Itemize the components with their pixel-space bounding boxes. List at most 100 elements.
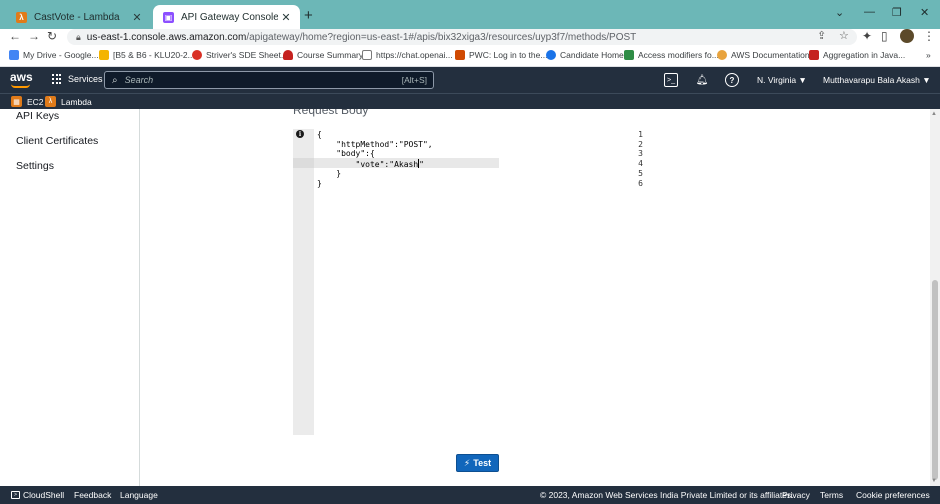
close-tab-icon[interactable]: ✕ xyxy=(278,11,294,24)
bookmark-item[interactable]: [B5 & B6 - KLU20-2... xyxy=(99,50,195,60)
privacy-link[interactable]: Privacy xyxy=(782,490,810,500)
test-button[interactable]: ⚡︎ Test xyxy=(456,454,499,472)
google-drive-icon xyxy=(9,50,19,60)
address-bar[interactable]: 🔒︎ us-east-1.console.aws.amazon.com/apig… xyxy=(67,29,857,45)
services-menu-button[interactable]: Services xyxy=(52,74,103,84)
scrollbar-thumb[interactable] xyxy=(932,280,938,480)
line-number: 3 xyxy=(638,149,643,158)
ec2-icon: ▦ xyxy=(11,96,22,107)
aws-favorites-bar: ▦ EC2 λ Lambda xyxy=(0,93,940,109)
line-number: 4 xyxy=(638,159,643,168)
region-selector[interactable]: N. Virginia ▼ xyxy=(757,75,807,85)
share-icon[interactable]: ⇪ xyxy=(817,29,826,42)
lock-icon: 🔒︎ xyxy=(76,31,81,42)
tab-title: CastVote - Lambda xyxy=(34,11,120,23)
restore-button[interactable]: ❐ xyxy=(892,6,902,19)
bookmark-item[interactable]: Striver's SDE Sheet... xyxy=(192,50,288,60)
sidebar-item-settings[interactable]: Settings xyxy=(16,160,54,172)
candidate-home-icon xyxy=(546,50,556,60)
code-line: "httpMethod":"POST", xyxy=(317,140,433,149)
line-number: 5 xyxy=(638,169,643,178)
terms-link[interactable]: Terms xyxy=(820,490,843,500)
lambda-favicon-icon: λ xyxy=(16,11,27,23)
gutter-active-line xyxy=(293,158,314,168)
aws-footer: > CloudShell Feedback Language © 2023, Am… xyxy=(0,486,940,504)
more-bookmarks-icon[interactable]: » xyxy=(926,50,931,60)
terminal-icon: > xyxy=(11,491,20,499)
aws-docs-icon xyxy=(717,50,727,60)
api-gateway-favicon-icon: ▣ xyxy=(163,11,174,23)
aws-search-box[interactable]: ⌕ [Alt+S] xyxy=(104,71,434,89)
striver-icon xyxy=(192,50,202,60)
sidebar-item-api-keys[interactable]: API Keys xyxy=(16,110,59,122)
search-icon: ⌕ xyxy=(112,74,118,86)
line-number: 6 xyxy=(638,179,643,188)
close-window-button[interactable]: ✕ xyxy=(920,6,929,19)
bookmark-item[interactable]: PWC: Log in to the... xyxy=(455,50,547,60)
sidebar-item-client-certificates[interactable]: Client Certificates xyxy=(16,135,98,147)
reload-icon[interactable]: ↻ xyxy=(47,29,57,43)
tab-search-icon[interactable]: ⌄ xyxy=(835,6,844,19)
bookmark-item[interactable]: Access modifiers fo... xyxy=(624,50,719,60)
language-link[interactable]: Language xyxy=(120,490,158,500)
line-number: 2 xyxy=(638,140,643,149)
scroll-up-arrow-icon[interactable]: ▲ xyxy=(931,111,937,117)
url-text: us-east-1.console.aws.amazon.com/apigate… xyxy=(86,31,637,43)
request-body-editor[interactable]: i 1 2 3 4 5 6 { "httpMethod":"POST", "bo… xyxy=(293,129,646,435)
tab-api-gateway-console[interactable]: ▣ API Gateway Console ✕ xyxy=(153,5,300,29)
bookmark-item[interactable]: AWS Documentation xyxy=(717,50,810,60)
extensions-puzzle-icon[interactable]: ✦ xyxy=(862,29,872,43)
aws-top-nav: aws Services ⌕ [Alt+S] >_ 🔔︎ ? N. Virgin… xyxy=(0,67,940,93)
pwc-icon xyxy=(455,50,465,60)
favorite-ec2[interactable]: ▦ EC2 xyxy=(11,96,44,107)
bookmark-item[interactable]: Aggregation in Java... xyxy=(809,50,905,60)
new-tab-button[interactable]: + xyxy=(304,7,313,24)
page-icon xyxy=(362,50,372,60)
bookmark-favicon-icon xyxy=(809,50,819,60)
bookmark-item[interactable]: My Drive - Google... xyxy=(9,50,99,60)
account-menu[interactable]: Mutthavarapu Bala Akash ▼ xyxy=(823,75,931,85)
api-gateway-sidebar: API Keys Client Certificates Settings xyxy=(0,109,140,486)
cookie-preferences-link[interactable]: Cookie preferences xyxy=(856,490,930,500)
geeksforgeeks-icon xyxy=(624,50,634,60)
tab-title: API Gateway Console xyxy=(181,11,278,23)
aws-logo[interactable]: aws xyxy=(10,70,33,88)
copyright-text: © 2023, Amazon Web Services India Privat… xyxy=(540,490,794,500)
browser-tab-strip: λ CastVote - Lambda ✕ ▣ API Gateway Cons… xyxy=(0,0,940,29)
search-shortcut-hint: [Alt+S] xyxy=(401,75,427,85)
chrome-menu-icon[interactable]: ⋮ xyxy=(923,29,935,43)
lambda-icon: λ xyxy=(45,96,56,107)
bookmark-star-icon[interactable]: ☆ xyxy=(839,29,849,42)
code-line: } xyxy=(317,169,342,178)
scroll-down-arrow-icon[interactable]: ▼ xyxy=(931,478,937,484)
request-body-heading: Request Body xyxy=(293,109,369,117)
bookmark-item[interactable]: https://chat.openai... xyxy=(362,50,453,60)
back-arrow-icon[interactable]: ← xyxy=(9,29,21,43)
method-test-panel: Request Body i 1 2 3 4 5 6 { "httpMethod… xyxy=(141,109,930,486)
notifications-bell-icon[interactable]: 🔔︎ xyxy=(695,73,709,87)
bookmark-item[interactable]: Course Summary xyxy=(283,50,363,60)
forward-arrow-icon[interactable]: → xyxy=(28,29,40,43)
red-hat-icon xyxy=(283,50,293,60)
screen: λ CastVote - Lambda ✕ ▣ API Gateway Cons… xyxy=(0,0,940,504)
help-icon[interactable]: ? xyxy=(725,73,739,87)
code-line: "body":{ xyxy=(317,149,375,158)
side-panel-icon[interactable]: ▯ xyxy=(881,29,888,43)
tab-castvote-lambda[interactable]: λ CastVote - Lambda ✕ xyxy=(6,5,151,29)
search-input[interactable] xyxy=(124,75,402,85)
lightning-bolt-icon: ⚡︎ xyxy=(463,457,471,468)
editor-gutter xyxy=(293,129,314,435)
feedback-link[interactable]: Feedback xyxy=(74,490,111,500)
code-line-active: "vote":"Akash" xyxy=(317,159,424,169)
address-row: ← → ↻ 🔒︎ us-east-1.console.aws.amazon.co… xyxy=(0,29,940,46)
services-grid-icon xyxy=(52,74,62,84)
cloudshell-icon[interactable]: >_ xyxy=(664,73,678,87)
info-icon: i xyxy=(296,130,304,138)
minimize-button[interactable]: — xyxy=(864,6,875,18)
profile-avatar[interactable] xyxy=(900,29,914,43)
cloudshell-link[interactable]: > CloudShell xyxy=(11,490,64,500)
favorite-lambda[interactable]: λ Lambda xyxy=(45,96,92,107)
bookmark-item[interactable]: Candidate Home xyxy=(546,50,624,60)
close-tab-icon[interactable]: ✕ xyxy=(129,11,145,24)
aws-smile-icon xyxy=(11,84,30,88)
